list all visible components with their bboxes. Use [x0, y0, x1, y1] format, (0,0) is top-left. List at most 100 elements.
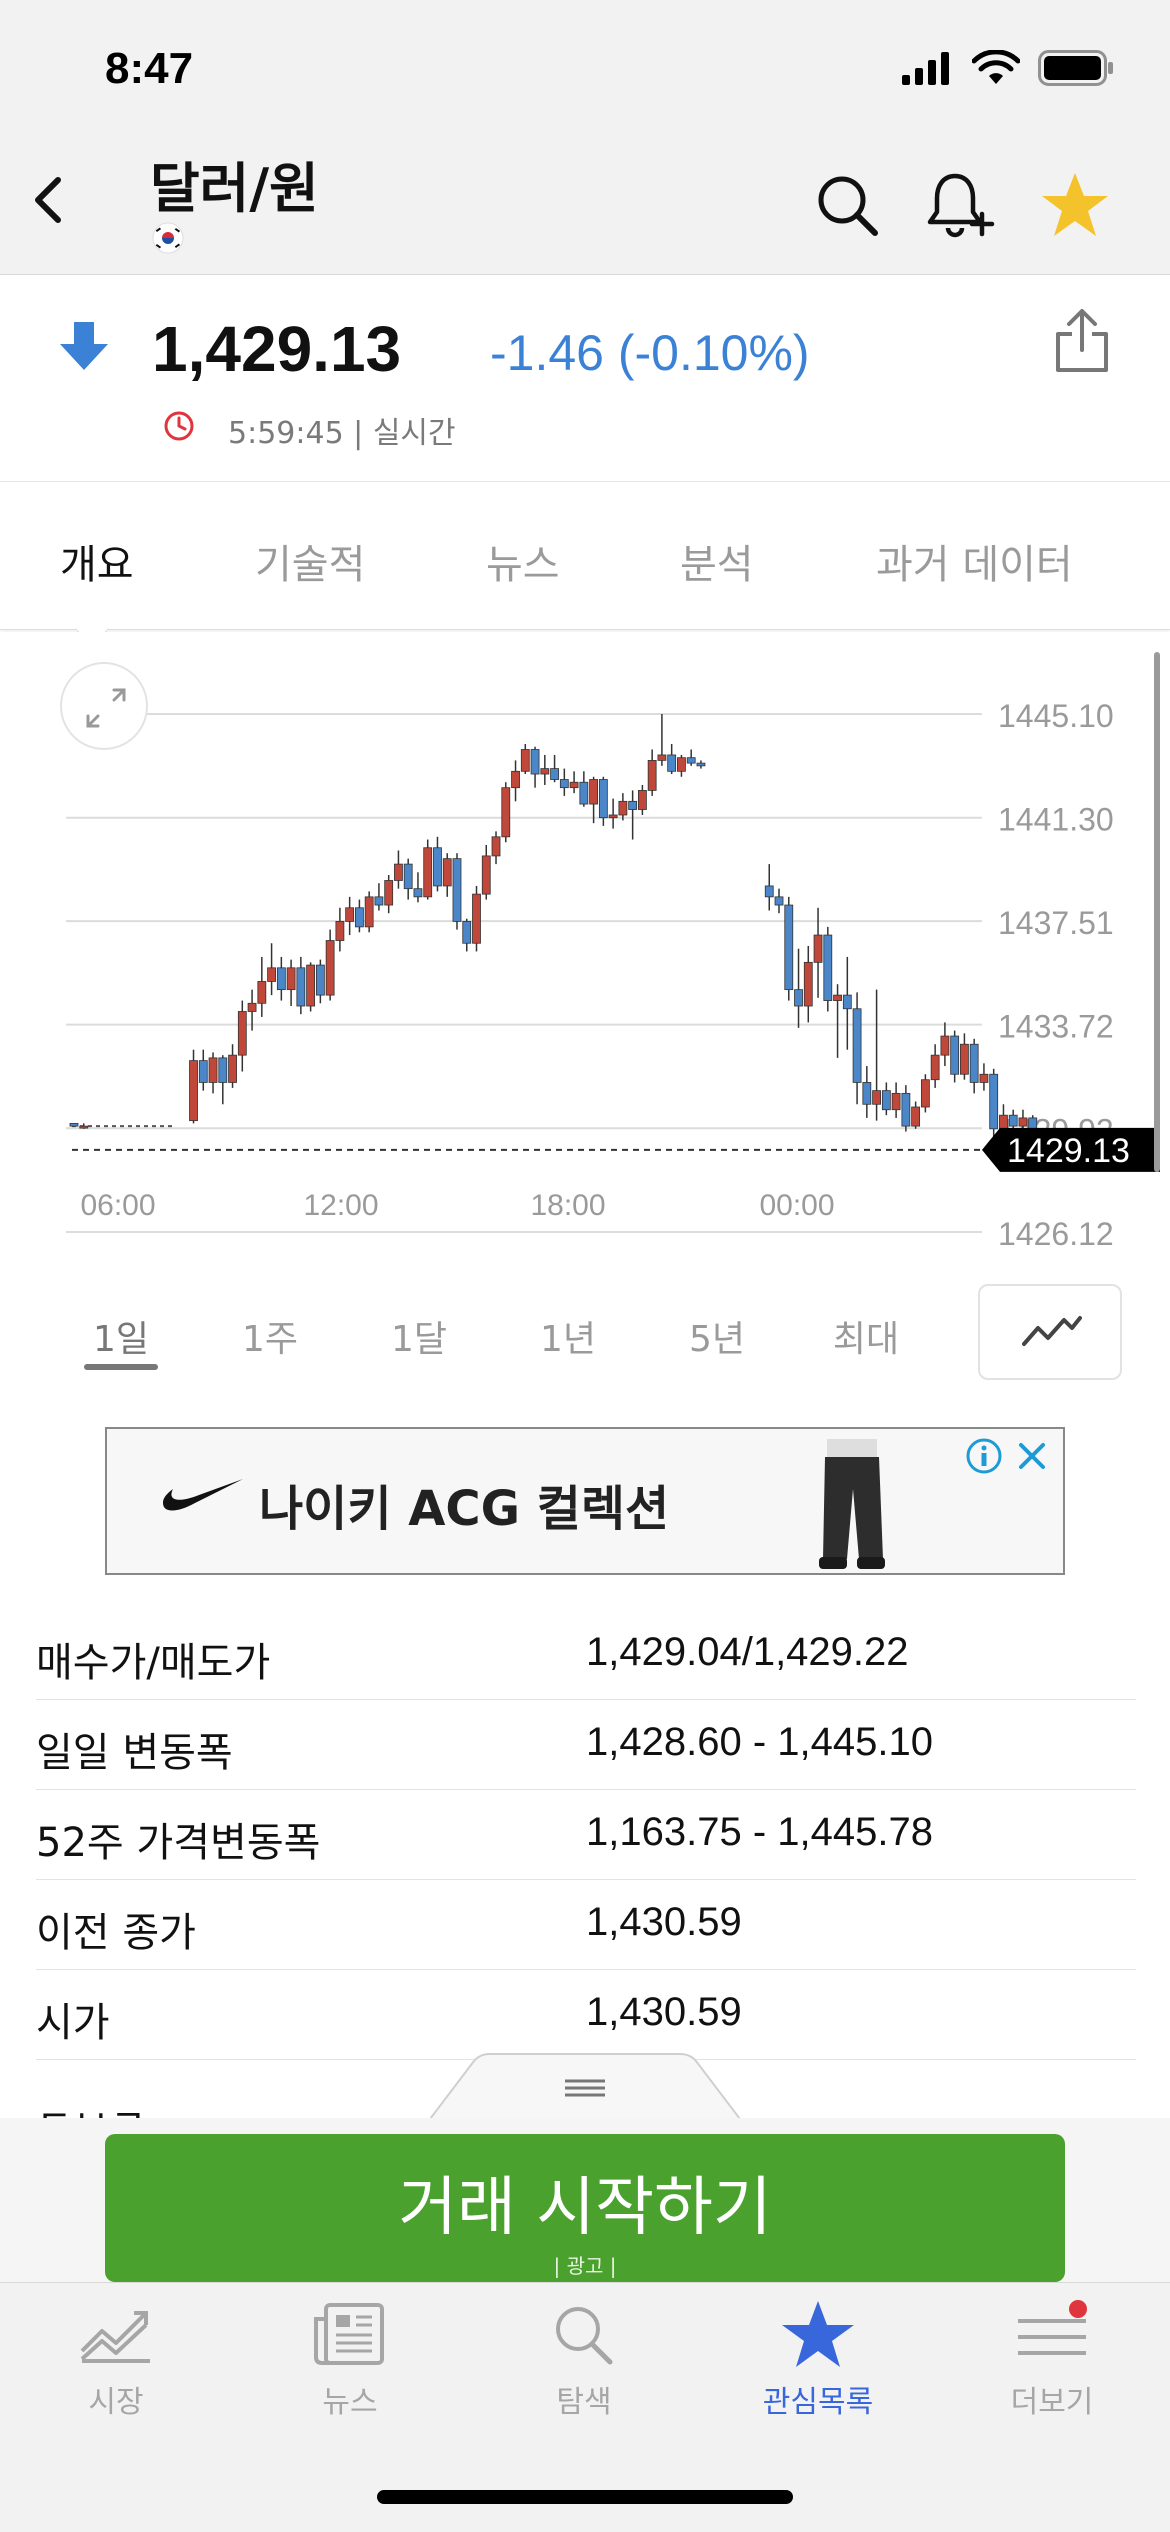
candle-body [628, 800, 638, 810]
app-header: 달러/원 [0, 140, 1170, 275]
x-tick-label: 12:00 [303, 1189, 378, 1222]
candle-body [501, 787, 511, 838]
period-5y[interactable]: 5년 [667, 1310, 767, 1362]
candle-body [608, 814, 618, 819]
line-chart-icon [1022, 1316, 1082, 1346]
price-chart[interactable]: 1445.101441.301437.511433.721429.921426.… [0, 632, 1170, 1252]
candle-body [247, 1002, 257, 1012]
chart-type-button[interactable] [978, 1284, 1122, 1380]
section-tabs: 개요 기술적 뉴스 분석 과거 데이터 [0, 482, 1170, 646]
period-1m[interactable]: 1달 [369, 1310, 469, 1362]
nav-label: 시장 [88, 2385, 144, 2420]
nav-label: 더보기 [1010, 2385, 1094, 2420]
nav-explore[interactable]: 탐색 [494, 2299, 674, 2421]
candle-body [442, 858, 452, 887]
tab-technical[interactable]: 기술적 [255, 532, 365, 590]
period-1y[interactable]: 1년 [518, 1310, 618, 1362]
search-icon[interactable] [812, 170, 882, 240]
current-price: 1,429.13 [152, 313, 402, 385]
expand-chart-button[interactable] [60, 662, 148, 750]
quote-time: 5:59:45 | 실시간 [228, 416, 456, 451]
candle-body [940, 1035, 950, 1056]
candle-body [618, 800, 628, 816]
candle-body [667, 754, 677, 772]
candle-body [813, 934, 823, 963]
status-bar: 8:47 [0, 0, 1170, 140]
candle-body [960, 1043, 969, 1075]
candle-body [803, 961, 813, 1007]
ad-close-icon[interactable] [1013, 1437, 1051, 1475]
stat-value: 1,430.59 [586, 1900, 742, 1944]
candle-body [774, 896, 784, 906]
down-arrow-icon [60, 322, 108, 370]
candle-body [530, 749, 540, 775]
drawer-handle[interactable] [430, 2053, 740, 2119]
stats-table: 매수가/매도가 1,429.04/1,429.22 일일 변동폭 1,428.6… [36, 1610, 1136, 2060]
ad-info-icon[interactable] [965, 1437, 1003, 1475]
nav-watchlist[interactable]: 관심목록 [728, 2299, 908, 2421]
nav-news[interactable]: 뉴스 [260, 2299, 440, 2421]
menu-icon [1018, 2300, 1087, 2355]
nav-label: 탐색 [556, 2385, 612, 2420]
candle-body [335, 921, 345, 941]
back-icon[interactable] [20, 170, 80, 230]
candle-body [842, 994, 852, 1010]
status-icons [902, 50, 1114, 86]
x-tick-label: 06:00 [80, 1189, 155, 1222]
stat-label-partial: ㄷㅂㅋ [36, 2092, 146, 2118]
candle-body [79, 1125, 89, 1129]
stat-row-52w-range: 52주 가격변동폭 1,163.75 - 1,445.78 [36, 1790, 1136, 1880]
candle-body [481, 855, 491, 895]
period-1w[interactable]: 1주 [220, 1310, 320, 1362]
period-selector: 1일 1주 1달 1년 5년 최대 [0, 1260, 1170, 1390]
tab-news[interactable]: 뉴스 [486, 532, 560, 590]
status-time: 8:47 [105, 44, 194, 93]
candle-body [794, 989, 803, 1007]
battery-icon [1038, 50, 1113, 86]
stat-row-prev-close: 이전 종가 1,430.59 [36, 1880, 1136, 1970]
candle-body [1008, 1114, 1018, 1127]
candle-body [237, 1011, 247, 1056]
tab-analysis[interactable]: 분석 [680, 532, 754, 590]
candle-body [228, 1054, 237, 1083]
candle-body [999, 1114, 1008, 1130]
candle-body [306, 964, 316, 1007]
candle-body [920, 1079, 930, 1108]
candle-body [69, 1122, 79, 1127]
candle-body [569, 781, 579, 789]
candle-body [950, 1035, 960, 1075]
active-period-underline [84, 1364, 158, 1370]
nav-markets[interactable]: 시장 [26, 2299, 206, 2421]
price-change: -1.46 (-0.10%) [490, 325, 810, 381]
candle-body [881, 1090, 891, 1111]
candle-body [267, 967, 276, 982]
candle-body [677, 757, 686, 772]
tab-historical-data[interactable]: 과거 데이터 [876, 532, 1073, 590]
candlestick-chart: 1445.101441.301437.511433.721429.921426.… [66, 698, 1160, 1252]
ad-banner[interactable]: 나이키 ACG 컬렉션 [105, 1427, 1065, 1575]
share-icon[interactable] [1052, 306, 1112, 376]
period-1d[interactable]: 1일 [71, 1310, 171, 1362]
start-trading-button[interactable]: 거래 시작하기 | 광고 | [105, 2134, 1065, 2282]
candle-body [901, 1092, 911, 1127]
page-title: 달러/원 [150, 157, 319, 220]
ad-text: 나이키 ACG 컬렉션 [259, 1481, 670, 1537]
stat-value: 1,163.75 - 1,445.78 [586, 1810, 933, 1854]
scrollbar[interactable] [1154, 652, 1160, 1172]
add-alert-bell-icon[interactable] [925, 170, 995, 240]
ad-product-image [819, 1439, 885, 1569]
stat-row-bid-ask: 매수가/매도가 1,429.04/1,429.22 [36, 1610, 1136, 1700]
home-indicator [377, 2490, 793, 2504]
candle-body [852, 1008, 862, 1083]
star-icon [782, 2301, 854, 2367]
candle-body [198, 1060, 208, 1083]
nav-more[interactable]: 더보기 [962, 2299, 1142, 2421]
candle-body [394, 863, 403, 881]
candle-body [657, 754, 667, 761]
x-tick-label: 00:00 [759, 1189, 834, 1222]
last-price-label: 1429.13 [1007, 1132, 1130, 1170]
period-max[interactable]: 최대 [816, 1310, 916, 1362]
tab-overview[interactable]: 개요 [60, 532, 134, 590]
watchlist-star-icon[interactable] [1040, 170, 1110, 240]
clock-icon [164, 411, 194, 441]
